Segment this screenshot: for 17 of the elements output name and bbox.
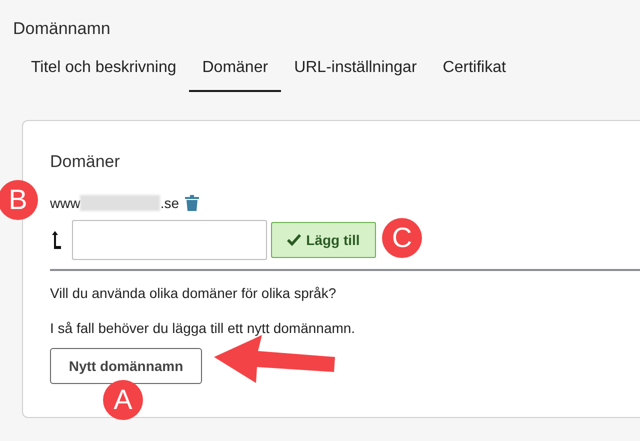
hint-text: I så fall behöver du lägga till ett nytt domännamn. bbox=[50, 319, 356, 338]
new-domain-button[interactable]: Nytt domännamn bbox=[50, 348, 202, 384]
tab[interactable]: URL-inställningar bbox=[281, 56, 430, 92]
question-text: Vill du använda olika domäner för olika språk? bbox=[50, 284, 338, 303]
page-title: Domännamn bbox=[13, 18, 112, 40]
tab[interactable]: Titel och beskrivning bbox=[18, 56, 190, 92]
tab[interactable]: Domäner bbox=[189, 56, 282, 92]
domain-input[interactable] bbox=[72, 220, 267, 260]
domain-prefix: www bbox=[50, 194, 80, 212]
annotation-badge: B bbox=[0, 180, 38, 220]
card-heading: Domäner bbox=[50, 150, 121, 172]
add-button[interactable]: Lägg till bbox=[271, 222, 376, 258]
check-icon bbox=[287, 234, 302, 246]
domain-suffix: .se bbox=[160, 194, 180, 212]
trash-icon[interactable] bbox=[185, 195, 200, 211]
tab[interactable]: Certifikat bbox=[430, 56, 519, 92]
turn-up-arrow-icon bbox=[50, 231, 62, 249]
